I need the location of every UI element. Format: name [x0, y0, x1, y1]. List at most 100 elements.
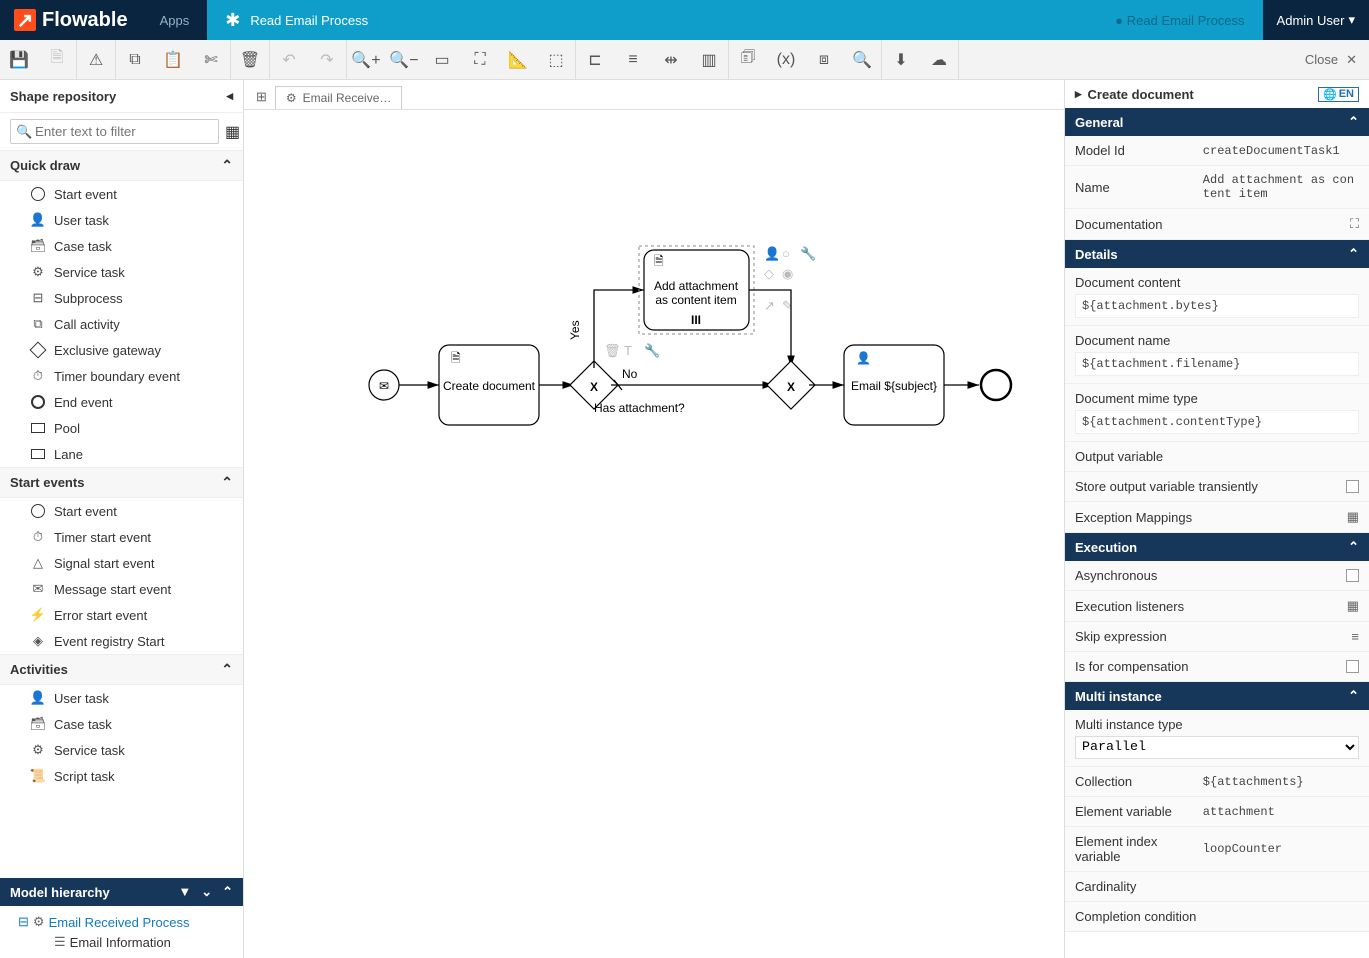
- prop-name[interactable]: Name Add attachment as content item: [1065, 166, 1369, 209]
- shape-start-event[interactable]: Start event: [0, 181, 243, 207]
- prop-multi-type[interactable]: Multi instance type Parallel: [1065, 710, 1369, 767]
- prop-asynchronous[interactable]: Asynchronous: [1065, 561, 1369, 591]
- align-button[interactable]: 📐: [499, 40, 537, 79]
- canvas-tab-active[interactable]: ⚙ Email Receive…: [275, 86, 402, 109]
- prop-exception-mappings[interactable]: Exception Mappings ▦: [1065, 502, 1369, 533]
- shape-exclusive-gateway[interactable]: Exclusive gateway: [0, 337, 243, 363]
- shape-message-start[interactable]: ✉Message start event: [0, 576, 243, 602]
- prop-completion-condition[interactable]: Completion condition: [1065, 902, 1369, 932]
- breadcrumb-title[interactable]: Read Email Process: [250, 13, 368, 28]
- shape-case-task-2[interactable]: 🗃Case task: [0, 711, 243, 737]
- collapse-up-icon[interactable]: ⌃: [222, 884, 233, 900]
- section-details[interactable]: Details⌃: [1065, 240, 1369, 268]
- prop-model-id[interactable]: Model Id createDocumentTask1: [1065, 136, 1369, 166]
- undo-button[interactable]: ↶: [270, 40, 308, 79]
- zoom-fit-button[interactable]: ▭: [423, 40, 461, 79]
- variables-button[interactable]: (x): [767, 40, 805, 79]
- prop-documentation[interactable]: Documentation ⛶: [1065, 209, 1369, 240]
- prop-skip-expression[interactable]: Skip expression ≡: [1065, 622, 1369, 652]
- node-end-event[interactable]: [981, 370, 1011, 400]
- delete-button[interactable]: 🗑: [231, 40, 269, 79]
- section-multi-instance[interactable]: Multi instance⌃: [1065, 682, 1369, 710]
- shape-call-activity[interactable]: ⧉Call activity: [0, 311, 243, 337]
- download-button[interactable]: ⬇: [882, 40, 920, 79]
- grid-icon[interactable]: ▦: [1347, 598, 1359, 614]
- shape-case-task[interactable]: 🗃Case task: [0, 233, 243, 259]
- close-button[interactable]: Close ✕: [1293, 40, 1369, 79]
- prop-store-transient[interactable]: Store output variable transiently: [1065, 472, 1369, 502]
- cloud-button[interactable]: ☁: [920, 40, 958, 79]
- shape-error-start[interactable]: ⚡Error start event: [0, 602, 243, 628]
- prop-cardinality[interactable]: Cardinality: [1065, 872, 1369, 902]
- prop-element-index-variable[interactable]: Element index variable loopCounter: [1065, 827, 1369, 872]
- shape-script-task[interactable]: 📜Script task: [0, 763, 243, 789]
- add-tab-button[interactable]: ⊞: [248, 85, 275, 109]
- grid-view-toggle[interactable]: ▦: [225, 122, 240, 142]
- select-button[interactable]: ⬚: [537, 40, 575, 79]
- save-button[interactable]: 💾: [0, 40, 38, 79]
- grid-icon[interactable]: ▦: [1347, 509, 1359, 525]
- copy-button[interactable]: ⧉: [116, 40, 154, 79]
- multi-instance-type-select[interactable]: Parallel: [1075, 736, 1359, 759]
- align-center-button[interactable]: ≡: [614, 40, 652, 79]
- group-activities[interactable]: Activities: [0, 654, 243, 685]
- validate-button[interactable]: ⚠: [77, 40, 115, 79]
- section-general[interactable]: General⌃: [1065, 108, 1369, 136]
- prop-execution-listeners[interactable]: Execution listeners ▦: [1065, 591, 1369, 622]
- language-badge[interactable]: 🌐EN: [1318, 87, 1359, 102]
- brand-logo[interactable]: ↗ Flowable: [0, 9, 142, 32]
- prop-document-name[interactable]: Document name ${attachment.filename}: [1065, 326, 1369, 384]
- shape-service-task-2[interactable]: ⚙Service task: [0, 737, 243, 763]
- user-menu[interactable]: Admin User ▾: [1263, 12, 1369, 28]
- shape-repo-header[interactable]: Shape repository ◂: [0, 80, 243, 113]
- checkbox-transient[interactable]: [1346, 480, 1359, 493]
- shape-list-scroll[interactable]: Quick draw Start event 👤User task 🗃Case …: [0, 150, 243, 878]
- layout-button[interactable]: ▥: [690, 40, 728, 79]
- align-distribute-button[interactable]: ⇹: [652, 40, 690, 79]
- shape-user-task-2[interactable]: 👤User task: [0, 685, 243, 711]
- shape-pool[interactable]: Pool: [0, 415, 243, 441]
- collapse-left-icon[interactable]: ◂: [226, 88, 233, 104]
- zoom-actual-button[interactable]: ⛶: [461, 40, 499, 79]
- search-model-button[interactable]: 🔍: [843, 40, 881, 79]
- prop-document-mime[interactable]: Document mime type ${attachment.contentT…: [1065, 384, 1369, 442]
- filter-icon[interactable]: ▼: [178, 884, 191, 900]
- zoom-in-button[interactable]: 🔍+: [347, 40, 385, 79]
- shape-subprocess[interactable]: ⊟Subprocess: [0, 285, 243, 311]
- tree-toggle-icon[interactable]: ⊟: [18, 914, 29, 930]
- prop-document-content[interactable]: Document content ${attachment.bytes}: [1065, 268, 1369, 326]
- model-hierarchy-header[interactable]: Model hierarchy ▼ ⌄ ⌃: [0, 878, 243, 906]
- menu-icon[interactable]: ≡: [1351, 629, 1359, 644]
- shape-registry-start[interactable]: ◈Event registry Start: [0, 628, 243, 654]
- shape-service-task[interactable]: ⚙Service task: [0, 259, 243, 285]
- save-as-button[interactable]: 🗎: [38, 40, 76, 79]
- shape-signal-start[interactable]: △Signal start event: [0, 550, 243, 576]
- paste-button[interactable]: 📋: [154, 40, 192, 79]
- prop-is-compensation[interactable]: Is for compensation: [1065, 652, 1369, 682]
- diagram-canvas[interactable]: ✉ 🗎 Create document X Has attachment? Ye…: [244, 110, 1064, 958]
- collapse-right-icon[interactable]: ▸: [1075, 86, 1082, 102]
- properties-title[interactable]: ▸ Create document 🌐EN: [1065, 80, 1369, 108]
- shape-lane[interactable]: Lane: [0, 441, 243, 467]
- shape-user-task[interactable]: 👤User task: [0, 207, 243, 233]
- shape-end-event[interactable]: End event: [0, 389, 243, 415]
- cut-button[interactable]: ✄: [192, 40, 230, 79]
- hierarchy-root[interactable]: ⊟ ⚙ Email Received Process: [10, 912, 233, 932]
- group-quick-draw[interactable]: Quick draw: [0, 150, 243, 181]
- shape-filter-input[interactable]: [10, 119, 219, 144]
- checkbox-async[interactable]: [1346, 569, 1359, 582]
- align-left-button[interactable]: ⊏: [576, 40, 614, 79]
- nav-apps-link[interactable]: Apps: [142, 0, 208, 40]
- shape-timer-start[interactable]: ⏱Timer start event: [0, 524, 243, 550]
- bpmn-diagram[interactable]: ✉ 🗎 Create document X Has attachment? Ye…: [244, 110, 1064, 610]
- expand-icon[interactable]: ⛶: [1350, 216, 1359, 232]
- section-execution[interactable]: Execution⌃: [1065, 533, 1369, 561]
- shape-start-event-2[interactable]: Start event: [0, 498, 243, 524]
- zoom-out-button[interactable]: 🔍−: [385, 40, 423, 79]
- expand-down-icon[interactable]: ⌄: [201, 884, 212, 900]
- hierarchy-child[interactable]: ☰ Email Information: [10, 932, 233, 952]
- node-gateway-merge[interactable]: X: [767, 361, 815, 409]
- compare-button[interactable]: ⧈: [805, 40, 843, 79]
- prop-output-variable[interactable]: Output variable: [1065, 442, 1369, 472]
- shape-timer-boundary[interactable]: ⏱Timer boundary event: [0, 363, 243, 389]
